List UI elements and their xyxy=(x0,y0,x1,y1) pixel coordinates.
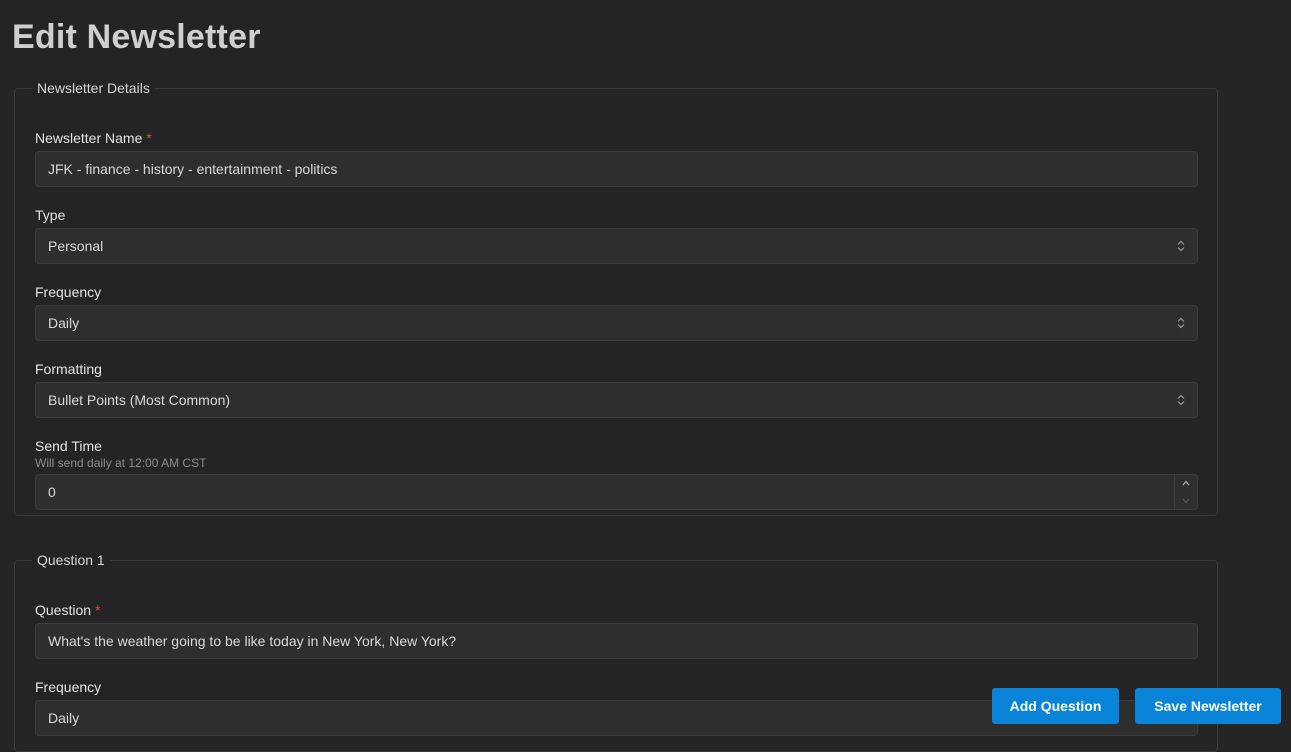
frequency-field: Frequency Daily xyxy=(35,283,1198,341)
add-question-button[interactable]: Add Question xyxy=(992,688,1119,724)
save-newsletter-button[interactable]: Save Newsletter xyxy=(1135,688,1281,724)
question-1-legend: Question 1 xyxy=(37,552,105,568)
newsletter-name-field: Newsletter Name * JFK - finance - history… xyxy=(35,129,1198,187)
send-time-stepper[interactable] xyxy=(1174,475,1197,509)
newsletter-name-input[interactable]: JFK - finance - history - entertainment … xyxy=(35,151,1198,187)
send-time-field: Send Time Will send daily at 12:00 AM CS… xyxy=(35,437,1198,510)
question-frequency-value: Daily xyxy=(48,710,80,726)
send-time-input[interactable]: 0 xyxy=(35,474,1198,510)
required-asterisk: * xyxy=(146,130,152,146)
send-time-hint: Will send daily at 12:00 AM CST xyxy=(35,456,207,470)
type-label: Type xyxy=(35,207,66,223)
frequency-select-value: Daily xyxy=(48,315,80,331)
question-input[interactable]: What's the weather going to be like toda… xyxy=(35,623,1198,659)
chevron-down-icon[interactable] xyxy=(1181,497,1191,505)
formatting-label: Formatting xyxy=(35,361,102,377)
chevron-up-icon[interactable] xyxy=(1181,479,1191,487)
type-select-value: Personal xyxy=(48,238,104,254)
send-time-label: Send Time xyxy=(35,438,102,454)
newsletter-name-label: Newsletter Name xyxy=(35,130,143,146)
chevron-up-down-icon xyxy=(1177,317,1185,329)
newsletter-details-section: Newsletter Details Newsletter Name * JFK … xyxy=(14,80,1218,516)
required-asterisk: * xyxy=(95,602,101,618)
type-select[interactable]: Personal xyxy=(35,228,1198,264)
frequency-label: Frequency xyxy=(35,284,102,300)
chevron-up-down-icon xyxy=(1177,240,1185,252)
formatting-select[interactable]: Bullet Points (Most Common) xyxy=(35,382,1198,418)
newsletter-details-legend: Newsletter Details xyxy=(37,80,150,96)
question-field: Question * What's the weather going to be… xyxy=(35,601,1198,659)
chevron-up-down-icon xyxy=(1177,394,1185,406)
page-title: Edit Newsletter xyxy=(12,18,261,56)
formatting-field: Formatting Bullet Points (Most Common) xyxy=(35,360,1198,418)
question-label: Question xyxy=(35,602,92,618)
formatting-select-value: Bullet Points (Most Common) xyxy=(48,392,231,408)
frequency-select[interactable]: Daily xyxy=(35,305,1198,341)
send-time-value: 0 xyxy=(48,484,56,500)
type-field: Type Personal xyxy=(35,206,1198,264)
